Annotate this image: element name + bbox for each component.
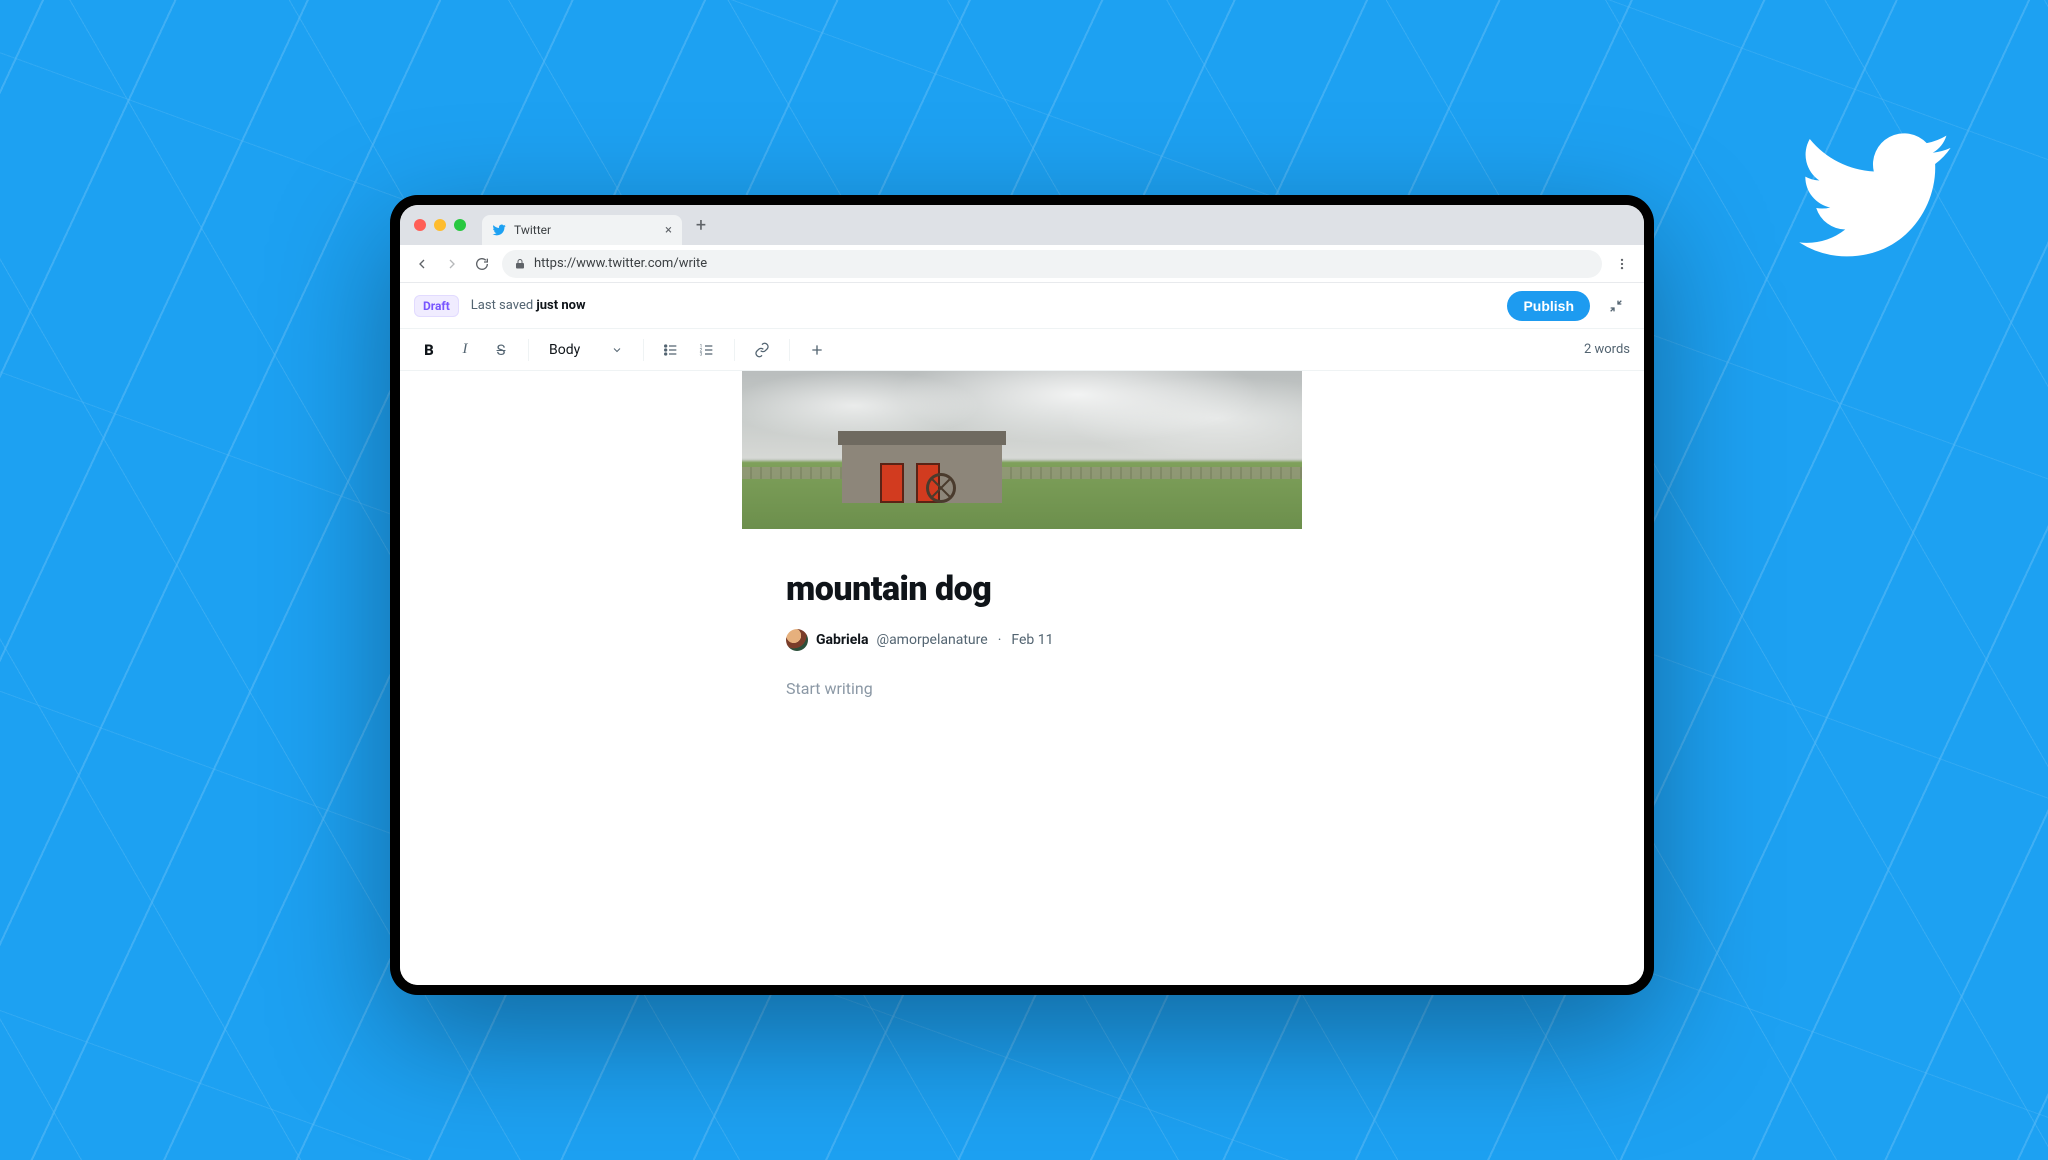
byline-separator: · [996,632,1004,648]
link-button[interactable] [747,335,777,365]
lock-icon [514,258,526,270]
numbered-list-button[interactable]: 123 [692,335,722,365]
browser-window: Twitter × + https://www.twitter.com/writ… [400,205,1644,985]
browser-menu-button[interactable] [1612,254,1632,274]
new-tab-button[interactable]: + [688,212,714,238]
strikethrough-button[interactable]: S [486,335,516,365]
url-text: https://www.twitter.com/write [534,256,707,271]
tab-title: Twitter [514,223,551,237]
word-count: 2 words [1584,342,1630,357]
address-bar[interactable]: https://www.twitter.com/write [502,250,1602,278]
format-toolbar: B I S Body 123 [400,329,1644,371]
draft-badge: Draft [414,295,459,317]
publish-button[interactable]: Publish [1507,291,1590,321]
tab-close-icon[interactable]: × [665,224,672,237]
author-name[interactable]: Gabriela [816,632,869,648]
text-style-label: Body [549,342,580,358]
toolbar-divider [643,339,644,361]
browser-toolbar: https://www.twitter.com/write [400,245,1644,283]
window-minimize-button[interactable] [434,219,446,231]
toolbar-divider [734,339,735,361]
twitter-favicon-icon [492,223,506,237]
chevron-down-icon [611,344,623,356]
window-controls [414,219,466,231]
toolbar-divider [528,339,529,361]
window-close-button[interactable] [414,219,426,231]
editor-canvas: mountain dog Gabriela @amorpelanature · … [400,371,1644,985]
insert-button[interactable] [802,335,832,365]
last-saved-label: Last saved just now [471,298,586,313]
editor-header: Draft Last saved just now Publish [400,283,1644,329]
window-zoom-button[interactable] [454,219,466,231]
svg-text:3: 3 [700,351,703,357]
collapse-fullscreen-button[interactable] [1602,292,1630,320]
device-frame: Twitter × + https://www.twitter.com/writ… [390,195,1654,995]
cover-image[interactable] [742,371,1302,529]
last-saved-prefix: Last saved [471,298,537,313]
bold-button[interactable]: B [414,335,444,365]
nav-back-button[interactable] [412,254,432,274]
nav-forward-button[interactable] [442,254,462,274]
nav-reload-button[interactable] [472,254,492,274]
bullet-list-button[interactable] [656,335,686,365]
browser-tab[interactable]: Twitter × [482,215,682,245]
toolbar-divider [789,339,790,361]
author-avatar[interactable] [786,629,808,651]
body-input[interactable]: Start writing [786,679,1258,698]
author-handle[interactable]: @amorpelanature [877,632,988,648]
post-date: Feb 11 [1011,632,1053,648]
italic-button[interactable]: I [450,335,480,365]
text-style-dropdown[interactable]: Body [541,338,631,362]
byline: Gabriela @amorpelanature · Feb 11 [786,629,1258,651]
browser-tabstrip: Twitter × + [400,205,1644,245]
last-saved-value: just now [536,298,585,313]
twitter-bird-logo [1793,115,1953,245]
post-title[interactable]: mountain dog [786,569,1258,609]
